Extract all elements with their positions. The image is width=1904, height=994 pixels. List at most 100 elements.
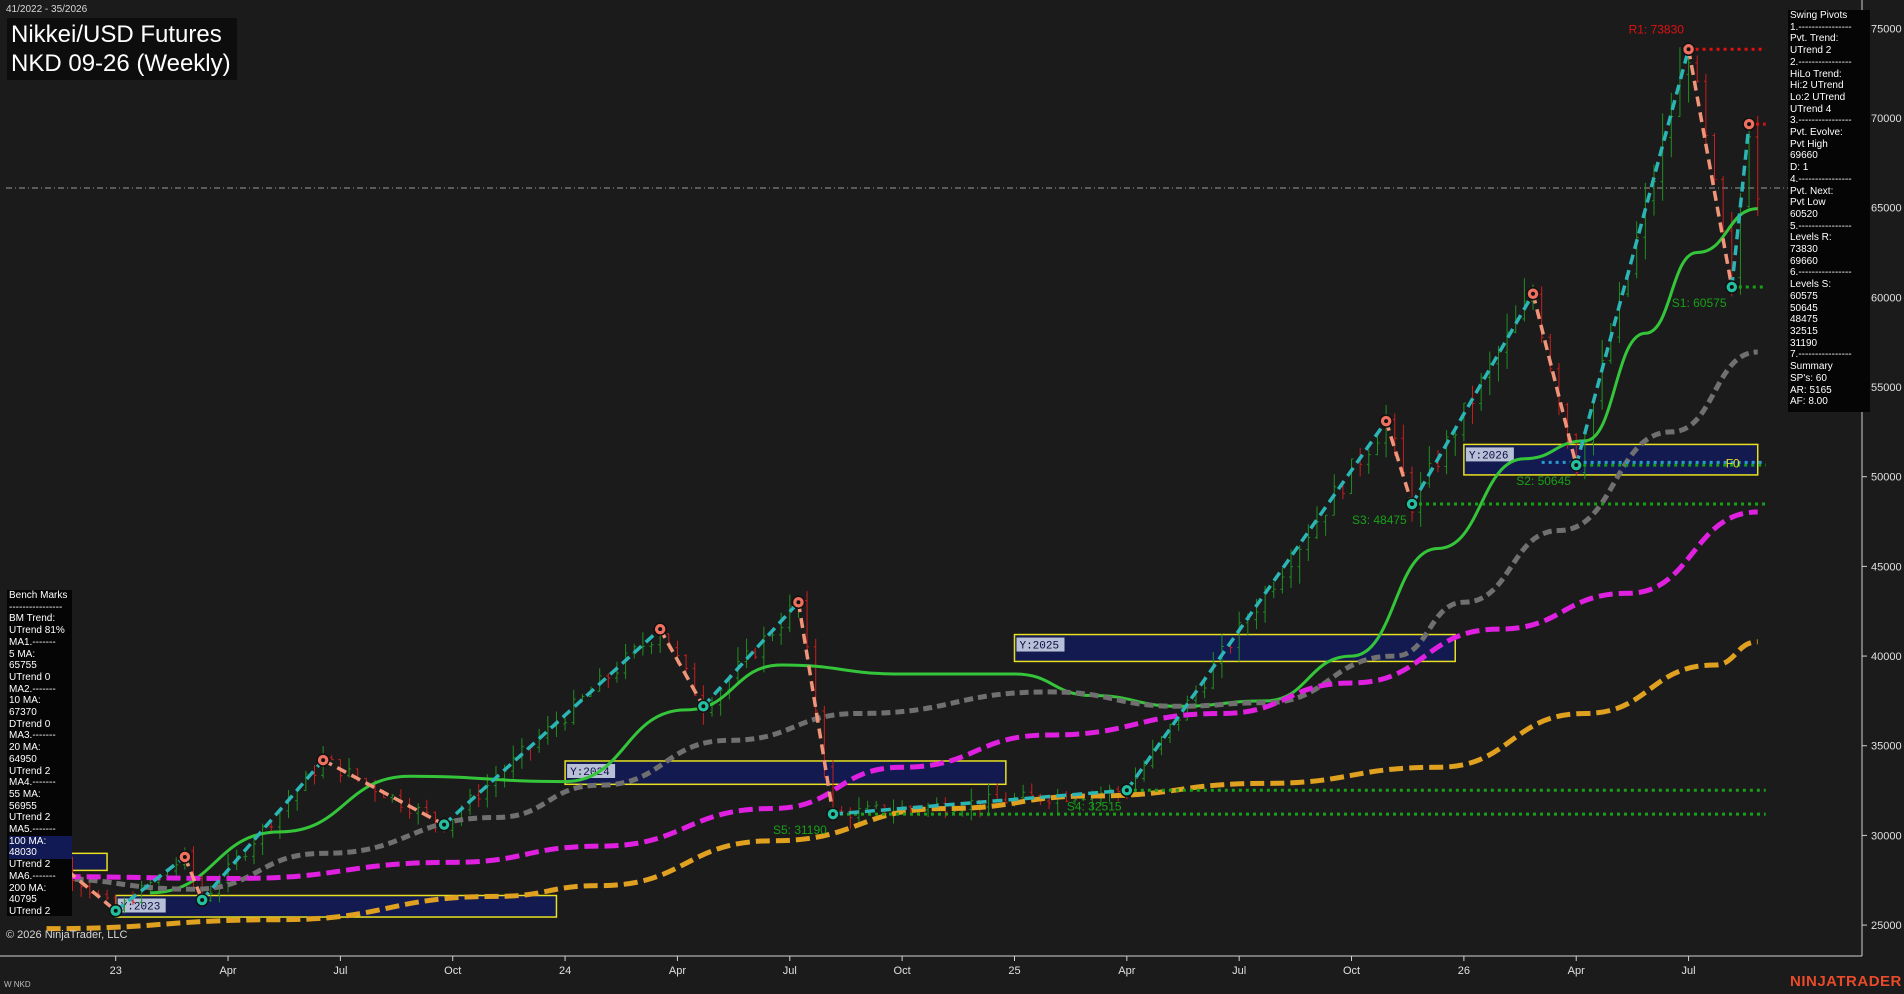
copyright-text: © 2026 NinjaTrader, LLC bbox=[6, 929, 128, 941]
x-tick-label: Apr bbox=[219, 965, 236, 977]
swing-pivot-dot bbox=[1729, 285, 1734, 290]
x-tick-label: Jul bbox=[1682, 965, 1696, 977]
moving-average-line bbox=[150, 207, 1758, 895]
swing_pivots_panel-line: Pvt Low bbox=[1790, 197, 1826, 209]
swing-leg bbox=[1384, 420, 1414, 505]
y-tick-label: 65000 bbox=[1871, 203, 1902, 215]
y-tick-label: 35000 bbox=[1871, 741, 1902, 753]
bench_marks_panel-line: 5 MA: bbox=[9, 648, 36, 660]
levels-layer: R1: 73830 S1: 60575 S2: 50645 S3: 48475 S4: … bbox=[773, 22, 1766, 837]
swing_pivots_panel-line: 60520 bbox=[1790, 208, 1818, 220]
instrument-label: W NKD bbox=[4, 980, 31, 989]
swing_pivots_panel-line: Hi:2 UTrend bbox=[1790, 80, 1844, 92]
swing-pivot-dot bbox=[831, 812, 836, 817]
level-label: S2: 50645 bbox=[1516, 474, 1571, 488]
chart-window: Y:2023 Y:2024 Y:2025 Y:2026 R1: 73830 S1: 60… bbox=[0, 0, 1904, 994]
bench_marks_panel-line: DTrend 0 bbox=[9, 718, 51, 730]
swing_pivots_panel-line: 60575 bbox=[1790, 290, 1818, 302]
swing_pivots_panel-line: Lo:2 UTrend bbox=[1790, 91, 1846, 103]
year-box-label: Y:2026 bbox=[1469, 450, 1509, 462]
x-tick-label: Oct bbox=[444, 965, 461, 977]
swing_pivots_panel-line: 48475 bbox=[1790, 314, 1818, 326]
x-tick-label: Apr bbox=[1118, 965, 1135, 977]
swing-pivots-panel: Swing Pivots 1.---------------- Pvt. Trend… bbox=[1788, 10, 1870, 412]
y-tick-label: 30000 bbox=[1871, 830, 1902, 842]
x-tick-label: Apr bbox=[1568, 965, 1585, 977]
swing-pivot-dot bbox=[658, 627, 663, 632]
swing_pivots_panel-line: Pvt. Next: bbox=[1790, 185, 1834, 197]
swing_pivots_panel-line: D: 1 bbox=[1790, 162, 1809, 174]
level-label: S5: 31190 bbox=[773, 823, 827, 837]
swing-pivot-dot bbox=[200, 897, 205, 902]
chart-title: Nikkei/USD Futures NKD 09-26 (Weekly) bbox=[7, 18, 237, 80]
swing-lines-layer bbox=[48, 42, 1756, 918]
level-label: S3: 48475 bbox=[1352, 513, 1407, 527]
swing_pivots_panel-line: Pvt. Evolve: bbox=[1790, 127, 1843, 139]
swing_pivots_panel-line: 4.---------------- bbox=[1790, 173, 1852, 185]
bench_marks_panel-line: MA4.------- bbox=[9, 777, 56, 789]
swing-leg bbox=[1531, 293, 1578, 466]
swing_pivots_panel-line: UTrend 2 bbox=[1790, 45, 1832, 57]
y-tick-label: 50000 bbox=[1871, 472, 1902, 484]
x-tick-label: Oct bbox=[1343, 965, 1360, 977]
x-tick-label: Jul bbox=[333, 965, 347, 977]
y-tick-label: 60000 bbox=[1871, 292, 1902, 304]
swing-pivot-dot bbox=[1410, 502, 1415, 507]
swing-pivot-dot bbox=[1574, 463, 1579, 468]
swing-pivot-dot bbox=[796, 600, 801, 605]
y-tick-label: 70000 bbox=[1871, 113, 1902, 125]
bench_marks_panel-line: UTrend 81% bbox=[9, 625, 65, 637]
bench_marks_panel-line: MA5.------- bbox=[9, 824, 56, 836]
swing_pivots_panel-line: 31190 bbox=[1790, 337, 1818, 349]
swing_pivots_panel-line: 5.---------------- bbox=[1790, 220, 1852, 232]
swing_pivots_panel-line: 3.---------------- bbox=[1790, 115, 1852, 127]
bench_marks_panel-line: BM Trend: bbox=[9, 613, 56, 625]
x-tick-label: 24 bbox=[559, 965, 571, 977]
swing_pivots_panel-line: 69660 bbox=[1790, 150, 1818, 162]
y-tick-label: 45000 bbox=[1871, 561, 1902, 573]
moving-averages-layer bbox=[46, 207, 1758, 932]
x-tick-label: Apr bbox=[669, 965, 686, 977]
swing-pivot-dot bbox=[182, 854, 187, 859]
swing_pivots_panel-line: Swing Pivots bbox=[1790, 10, 1848, 21]
bench_marks_panel-line: UTrend 2 bbox=[9, 812, 51, 824]
level-label: F0 bbox=[1726, 456, 1740, 470]
date-range-label: 41/2022 - 35/2026 bbox=[6, 4, 88, 15]
year-boxes-layer: Y:2023Y:2024Y:2025Y:2026 bbox=[11, 443, 1759, 918]
swing-pivot-dot bbox=[1686, 47, 1691, 52]
y-tick-label: 55000 bbox=[1871, 382, 1902, 394]
bench_marks_panel-line: ---------------- bbox=[9, 601, 63, 613]
x-tick-label: 26 bbox=[1458, 965, 1470, 977]
bench_marks_panel-line: 10 MA: bbox=[9, 695, 41, 707]
swing_pivots_panel-line: Levels S: bbox=[1790, 279, 1832, 291]
x-tick-label: 25 bbox=[1008, 965, 1020, 977]
swing-pivot-dot bbox=[442, 822, 447, 827]
level-label: S1: 60575 bbox=[1672, 296, 1727, 310]
bench_marks_panel-line: 40795 bbox=[9, 894, 37, 906]
bench_marks_panel-line: 200 MA: bbox=[9, 882, 47, 894]
bench_marks_panel-line: MA3.------- bbox=[9, 730, 56, 742]
swing_pivots_panel-line: HiLo Trend: bbox=[1790, 68, 1842, 80]
bench_marks_panel-line: 100 MA: bbox=[9, 835, 72, 848]
bench_marks_panel-line: 20 MA: bbox=[9, 742, 41, 754]
chart-title-instrument: Nikkei/USD Futures bbox=[11, 21, 222, 48]
bench_marks_panel-line: Bench Marks bbox=[9, 590, 68, 601]
swing-pivot-dot bbox=[113, 908, 118, 913]
ninjatrader-logo: NINJATRADER bbox=[1790, 973, 1902, 990]
swing_pivots_panel-line: Pvt. Trend: bbox=[1790, 33, 1839, 45]
y-tick-label: 40000 bbox=[1871, 651, 1902, 663]
x-tick-label: Oct bbox=[894, 965, 911, 977]
bench_marks_panel-line: 67370 bbox=[9, 707, 37, 719]
price-chart[interactable]: Y:2023Y:2024Y:2025Y:2026 R1: 73830S1: 60… bbox=[0, 0, 1904, 994]
bench_marks_panel-line: MA6.------- bbox=[9, 870, 56, 882]
bench_marks_panel-line: MA1.------- bbox=[9, 636, 56, 648]
x-tick-label: 23 bbox=[110, 965, 122, 977]
swing_pivots_panel-line: 69660 bbox=[1790, 255, 1818, 267]
bench_marks_panel-line: 48030 bbox=[9, 847, 72, 860]
swing_pivots_panel-line: AR: 5165 bbox=[1790, 384, 1832, 396]
swing-pivot-dot bbox=[1384, 419, 1389, 424]
swing-leg bbox=[702, 601, 800, 708]
bench_marks_panel-line: UTrend 2 bbox=[9, 765, 51, 777]
swing-leg bbox=[322, 758, 445, 827]
swing_pivots_panel-line: 32515 bbox=[1790, 325, 1818, 337]
